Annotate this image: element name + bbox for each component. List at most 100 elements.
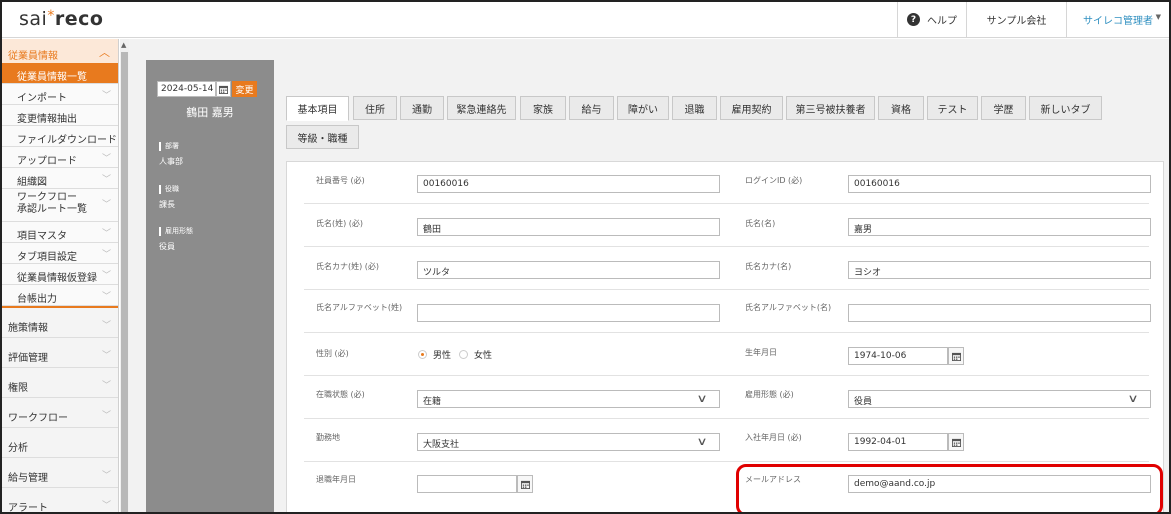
sidebar-item-workflow[interactable]: ワークフロー ﹀	[2, 398, 118, 428]
tab-address[interactable]: 住所	[353, 96, 397, 120]
sidebar-item-org-chart[interactable]: 組織図 ﹀	[2, 168, 118, 189]
dropdown-caret-icon: ▼	[1155, 13, 1161, 21]
last-alpha-input[interactable]	[417, 304, 720, 322]
chevron-down-icon: ∨	[1127, 392, 1139, 405]
tab-family[interactable]: 家族	[520, 96, 566, 120]
company-name[interactable]: サンプル会社	[966, 2, 1066, 37]
tab-basic[interactable]: 基本項目	[286, 96, 349, 121]
sidebar-item-item-master[interactable]: 項目マスタ ﹀	[2, 222, 118, 243]
form-divider	[304, 203, 1149, 204]
workplace-label: 勤務地	[316, 433, 340, 442]
calendar-icon	[951, 352, 961, 361]
gender-label: 性別 (必)	[316, 349, 349, 358]
scrollbar-thumb[interactable]	[121, 52, 128, 512]
profile-department: 部署 人事部	[159, 142, 183, 166]
sidebar-item-measures[interactable]: 施策情報 ﹀	[2, 308, 118, 338]
calendar-button[interactable]	[216, 81, 231, 97]
change-date-button[interactable]: 変更	[232, 81, 257, 97]
sidebar-item-ledger-output[interactable]: 台帳出力 ﹀	[2, 285, 118, 306]
join-date-input[interactable]: 1992-04-01	[848, 433, 948, 451]
sidebar-item-file-download[interactable]: ファイルダウンロード	[2, 126, 118, 147]
form-divider	[304, 461, 1149, 462]
tab-education[interactable]: 学歴	[981, 96, 1026, 120]
employment-status-select[interactable]: 在籍 ∨	[417, 390, 720, 408]
sidebar-item-employee-list[interactable]: 従業員情報一覧	[2, 63, 118, 84]
tab-test[interactable]: テスト	[927, 96, 978, 120]
chevron-down-icon: ﹀	[101, 250, 111, 260]
sidebar: 従業員情報 ︿ 従業員情報一覧 インポート ﹀ 変更情報抽出 ファイルダウンロード…	[2, 39, 119, 512]
last-kana-input[interactable]: ツルタ	[417, 261, 720, 279]
sidebar-item-evaluation[interactable]: 評価管理 ﹀	[2, 338, 118, 368]
last-kana-label: 氏名カナ(姓) (必)	[316, 262, 380, 271]
sidebar-item-tab-settings[interactable]: タブ項目設定 ﹀	[2, 243, 118, 264]
first-name-input[interactable]: 嘉男	[848, 218, 1151, 236]
tab-retirement[interactable]: 退職	[672, 96, 717, 120]
logo[interactable]: sai*reco	[19, 8, 103, 30]
tab-salary[interactable]: 給与	[569, 96, 614, 120]
tab-grade-job[interactable]: 等級・職種	[286, 125, 359, 149]
chevron-down-icon: ﹀	[101, 271, 111, 281]
main-content: 2024-05-14 変更 鶴田 嘉男 部署 人事部 役職 課長 雇用形態 役員…	[129, 39, 1169, 512]
sidebar-item-analysis[interactable]: 分析	[2, 428, 118, 458]
sidebar-item-payroll[interactable]: 給与管理 ﹀	[2, 458, 118, 488]
sidebar-section-employee-info[interactable]: 従業員情報 ︿	[2, 39, 118, 63]
chevron-down-icon: ﹀	[101, 229, 111, 239]
chevron-down-icon: ﹀	[101, 91, 111, 101]
sidebar-scrollbar[interactable]: ▲	[120, 39, 129, 512]
employment-type-select[interactable]: 役員 ∨	[848, 390, 1151, 408]
chevron-down-icon: ﹀	[101, 471, 111, 481]
first-name-label: 氏名(名)	[745, 219, 776, 228]
form-divider	[304, 289, 1149, 290]
sidebar-item-workflow-routes[interactable]: ワークフロー 承認ルート一覧 ﹀	[2, 189, 118, 222]
gender-female-radio[interactable]: 女性	[459, 348, 492, 361]
last-name-label: 氏名(姓) (必)	[316, 219, 364, 228]
first-kana-input[interactable]: ヨシオ	[848, 261, 1151, 279]
sidebar-item-permissions[interactable]: 権限 ﹀	[2, 368, 118, 398]
tab-employment-contract[interactable]: 雇用契約	[720, 96, 783, 120]
workplace-select[interactable]: 大阪支社 ∨	[417, 433, 720, 451]
help-label: ヘルプ	[927, 16, 957, 27]
help-link[interactable]: ? ヘルプ	[897, 2, 966, 37]
chevron-down-icon: ∨	[696, 392, 708, 405]
calendar-icon	[951, 438, 961, 447]
employment-status-label: 在職状態 (必)	[316, 390, 365, 399]
last-name-input[interactable]: 鶴田	[417, 218, 720, 236]
form-divider	[304, 375, 1149, 376]
tab-dependent[interactable]: 第三号被扶養者	[786, 96, 875, 120]
chevron-down-icon: ∨	[696, 435, 708, 448]
birthday-input[interactable]: 1974-10-06	[848, 347, 948, 365]
tab-disability[interactable]: 障がい	[617, 96, 669, 120]
birthday-calendar-button[interactable]	[948, 347, 964, 365]
basic-info-form: 社員番号 (必) 00160016 ログインID (必) 00160016 氏名…	[286, 161, 1164, 512]
join-date-calendar-button[interactable]	[948, 433, 964, 451]
radio-unselected-icon	[459, 350, 468, 359]
sidebar-item-change-extract[interactable]: 変更情報抽出	[2, 105, 118, 126]
tab-emergency-contact[interactable]: 緊急連絡先	[447, 96, 516, 120]
app-window: sai*reco ? ヘルプ サンプル会社 サイレコ管理者 ▼ 従業員情報 ︿ …	[0, 0, 1171, 514]
sidebar-item-import[interactable]: インポート ﹀	[2, 84, 118, 105]
retire-date-calendar-button[interactable]	[517, 475, 533, 493]
employee-no-input[interactable]: 00160016	[417, 175, 720, 193]
first-alpha-input[interactable]	[848, 304, 1151, 322]
profile-position: 役職 課長	[159, 185, 179, 209]
login-id-input[interactable]: 00160016	[848, 175, 1151, 193]
retire-date-input[interactable]	[417, 475, 517, 493]
sidebar-item-provisional-registration[interactable]: 従業員情報仮登録 ﹀	[2, 264, 118, 285]
email-highlight-annotation	[736, 464, 1163, 512]
tab-new-tab[interactable]: 新しいタブ	[1029, 96, 1102, 120]
chevron-down-icon: ﹀	[101, 200, 111, 210]
form-divider	[304, 332, 1149, 333]
chevron-down-icon: ﹀	[101, 351, 111, 361]
gender-male-radio[interactable]: 男性	[418, 348, 451, 361]
reference-date-input[interactable]: 2024-05-14	[157, 81, 216, 97]
sidebar-item-alerts[interactable]: アラート ﹀	[2, 488, 118, 512]
join-date-label: 入社年月日 (必)	[745, 433, 802, 442]
scroll-up-arrow-icon[interactable]: ▲	[121, 41, 126, 49]
tab-qualification[interactable]: 資格	[878, 96, 924, 120]
employee-no-label: 社員番号 (必)	[316, 176, 365, 185]
form-divider	[304, 246, 1149, 247]
admin-user-label: サイレコ管理者	[1083, 16, 1153, 27]
sidebar-item-upload[interactable]: アップロード ﹀	[2, 147, 118, 168]
admin-user-menu[interactable]: サイレコ管理者 ▼	[1066, 2, 1169, 37]
tab-commute[interactable]: 通勤	[400, 96, 444, 120]
